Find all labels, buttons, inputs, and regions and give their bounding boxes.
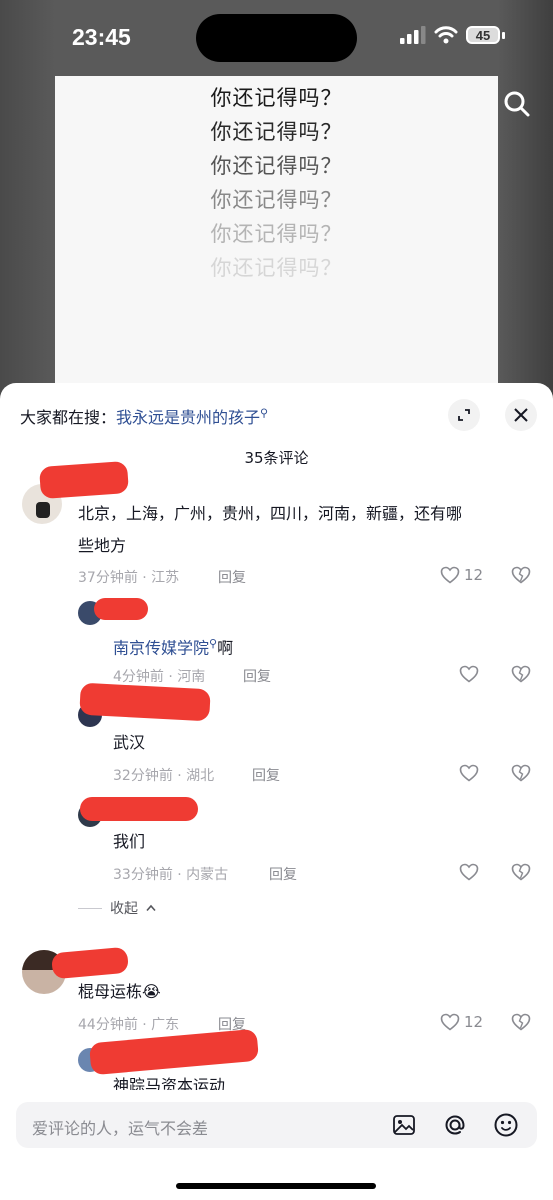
- reply-text: 我们: [113, 832, 146, 851]
- reply-text: 武汉: [113, 733, 146, 752]
- reply-suffix: 啊: [217, 638, 234, 658]
- mention-link[interactable]: 南京传媒学院: [113, 638, 209, 657]
- battery-level: 45: [475, 27, 491, 43]
- comment-text-continued: 些地方: [78, 536, 127, 555]
- close-button[interactable]: [505, 399, 537, 431]
- expand-icon: [458, 409, 470, 421]
- redacted-username: [80, 797, 198, 821]
- reply-button[interactable]: 回复: [269, 864, 297, 884]
- reply-button[interactable]: 回复: [252, 765, 280, 785]
- search-mini-icon: ⚲: [209, 637, 218, 650]
- comment-meta: 33分钟前 · 内蒙古: [113, 867, 229, 883]
- heart-icon: [440, 1013, 460, 1031]
- suggest-prefix: 大家都在搜：: [20, 408, 117, 427]
- signal-icon: [400, 26, 426, 44]
- reply-text: 神踪马资本运动: [113, 1076, 226, 1090]
- battery-tip: [502, 31, 505, 39]
- wifi-icon: [434, 26, 458, 44]
- comment-text: 棍母运栋😭: [78, 982, 161, 1001]
- comment-input[interactable]: 爱评论的人，运气不会差: [16, 1102, 537, 1148]
- suggest-link[interactable]: 我永远是贵州的孩子: [116, 408, 260, 427]
- like-button[interactable]: 12: [440, 566, 483, 584]
- comment-meta: 4分钟前 · 河南: [113, 669, 206, 685]
- redacted-username: [94, 598, 148, 620]
- dislike-icon[interactable]: [511, 566, 531, 584]
- redacted-username: [79, 682, 211, 722]
- heart-icon[interactable]: [459, 665, 479, 683]
- poem-line: 你还记得吗？: [210, 222, 343, 246]
- chevron-up-icon: [146, 904, 156, 912]
- home-indicator: [176, 1183, 376, 1189]
- poem-line: 你还记得吗？: [210, 256, 343, 280]
- dynamic-island: [196, 14, 357, 62]
- comment-meta: 44分钟前 · 广东: [78, 1017, 180, 1033]
- dislike-icon[interactable]: [511, 1013, 531, 1031]
- status-icons: 45: [400, 26, 505, 44]
- poem-line: 你还记得吗？: [210, 188, 343, 212]
- collapse-label: 收起: [110, 901, 138, 917]
- search-suggestion[interactable]: 大家都在搜：我永远是贵州的孩子⚲: [20, 404, 268, 428]
- like-count: 12: [464, 1013, 484, 1031]
- comment-placeholder: 爱评论的人，运气不会差: [32, 1119, 209, 1138]
- reply-text: 南京传媒学院⚲啊: [113, 628, 233, 664]
- collapse-replies-button[interactable]: 收起: [78, 898, 156, 918]
- video-frame[interactable]: 你还记得吗？ 你还记得吗？ 你还记得吗？ 你还记得吗？ 你还记得吗？ 你还记得吗…: [55, 76, 498, 400]
- search-icon[interactable]: [503, 90, 531, 118]
- poem-line: 你还记得吗？: [210, 120, 343, 144]
- emoji-icon[interactable]: [493, 1112, 519, 1138]
- dislike-icon[interactable]: [511, 665, 531, 683]
- reply-button[interactable]: 回复: [218, 567, 246, 587]
- heart-icon: [440, 566, 460, 584]
- like-count: 12: [464, 566, 484, 584]
- collapse-divider: [78, 907, 102, 909]
- poem-line: 你还记得吗？: [210, 154, 343, 178]
- comment-meta: 37分钟前 · 江苏: [78, 570, 180, 586]
- search-mini-icon: ⚲: [260, 406, 269, 420]
- like-button[interactable]: 12: [440, 1013, 483, 1031]
- mention-icon[interactable]: [442, 1112, 468, 1138]
- heart-icon[interactable]: [459, 863, 479, 881]
- comment-meta: 32分钟前 · 湖北: [113, 768, 215, 784]
- image-icon[interactable]: [392, 1113, 416, 1137]
- comment-text: 北京，上海，广州，贵州，四川，河南，新疆，还有哪: [78, 504, 463, 523]
- poem-line: 你还记得吗？: [210, 86, 343, 110]
- redacted-username: [38, 460, 130, 500]
- status-time: 23:45: [72, 24, 131, 50]
- dislike-icon[interactable]: [511, 764, 531, 782]
- battery-icon: 45: [466, 26, 500, 44]
- dislike-icon[interactable]: [511, 863, 531, 881]
- heart-icon[interactable]: [459, 764, 479, 782]
- close-icon: [514, 408, 528, 422]
- reply-button[interactable]: 回复: [243, 666, 271, 686]
- expand-button[interactable]: [448, 399, 480, 431]
